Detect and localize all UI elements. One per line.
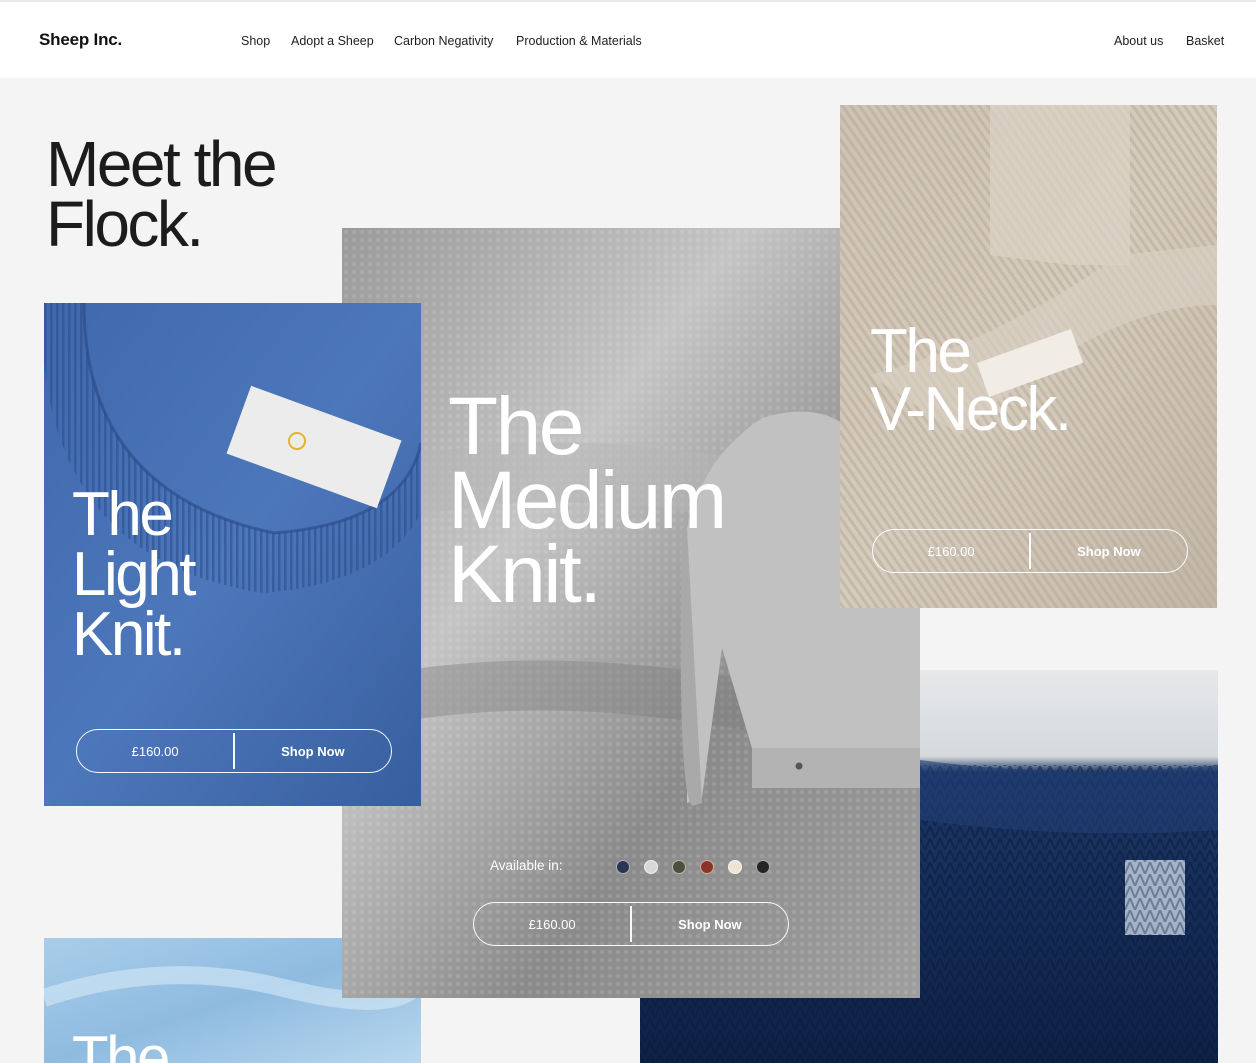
v-neck-card-title: The V-Neck. bbox=[870, 317, 1072, 444]
nav-about-us[interactable]: About us bbox=[1114, 34, 1163, 48]
light-knit-title-line1: The bbox=[72, 480, 174, 549]
v-neck-price-pill: £160.00 Shop Now bbox=[872, 529, 1188, 573]
color-swatch-cream[interactable] bbox=[728, 860, 742, 874]
nav-shop[interactable]: Shop bbox=[241, 34, 270, 48]
medium-price: £160.00 bbox=[528, 916, 576, 932]
header-topline bbox=[0, 0, 1256, 2]
color-swatch-light-gray[interactable] bbox=[644, 860, 658, 874]
medium-knit-image bbox=[342, 228, 920, 998]
hero-title: Meet the Flock. bbox=[46, 128, 278, 260]
v-neck-price: £160.00 bbox=[927, 543, 975, 559]
light-knit-title-line2: Light bbox=[72, 540, 196, 609]
light-knit-shop-now-button[interactable]: Shop Now bbox=[235, 744, 391, 759]
product-card-medium-knit[interactable]: The Medium Knit. bbox=[342, 228, 920, 998]
v-neck-shop-now-button[interactable]: Shop Now bbox=[1031, 544, 1187, 559]
color-swatch-charcoal[interactable] bbox=[756, 860, 770, 874]
v-neck-title-line2: V-Neck. bbox=[870, 375, 1072, 444]
medium-title-line3: Knit. bbox=[448, 529, 602, 620]
light-knit-price: £160.00 bbox=[131, 743, 179, 759]
nav-carbon-negativity[interactable]: Carbon Negativity bbox=[394, 34, 493, 48]
medium-price-pill: £160.00 Shop Now bbox=[473, 902, 789, 946]
product-card-light-knit[interactable]: The Light Knit. £160.00 Shop Now bbox=[44, 303, 421, 806]
color-swatch-navy[interactable] bbox=[616, 860, 630, 874]
nav-adopt-a-sheep[interactable]: Adopt a Sheep bbox=[291, 34, 374, 48]
light-knit-price-pill: £160.00 Shop Now bbox=[76, 729, 392, 773]
medium-shop-now-button[interactable]: Shop Now bbox=[632, 917, 788, 932]
product-card-v-neck[interactable]: The V-Neck. £160.00 Shop Now bbox=[840, 105, 1217, 608]
color-swatch-olive[interactable] bbox=[672, 860, 686, 874]
hero-title-line2: Flock. bbox=[46, 188, 204, 260]
hero-title-line1: Meet the bbox=[46, 128, 278, 200]
nav-production-materials[interactable]: Production & Materials bbox=[516, 34, 642, 48]
site-logo[interactable]: Sheep Inc. bbox=[39, 30, 122, 50]
light-knit-card-title: The Light Knit. bbox=[72, 480, 196, 669]
medium-title-line1: The bbox=[448, 381, 584, 472]
nav-basket[interactable]: Basket bbox=[1186, 34, 1224, 48]
partial-title-line1: The bbox=[72, 1024, 170, 1063]
v-neck-title-line1: The bbox=[870, 317, 972, 386]
partial-card-title: The bbox=[72, 1024, 170, 1063]
medium-card-title: The Medium Knit. bbox=[448, 381, 727, 620]
light-knit-title-line3: Knit. bbox=[72, 600, 186, 669]
site-header: Sheep Inc. Shop Adopt a Sheep Carbon Neg… bbox=[0, 0, 1256, 78]
available-in-label: Available in: bbox=[490, 858, 563, 873]
medium-title-line2: Medium bbox=[448, 455, 727, 546]
color-swatch-rust[interactable] bbox=[700, 860, 714, 874]
